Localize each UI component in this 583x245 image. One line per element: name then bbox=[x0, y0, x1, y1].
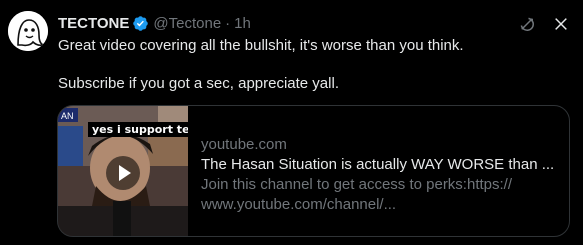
tweet[interactable]: TECTONE @Tectone · 1h Great video coveri… bbox=[0, 0, 583, 245]
tweet-text-line-2: Subscribe if you got a sec, appreciate y… bbox=[58, 75, 339, 92]
grok-icon bbox=[520, 17, 534, 31]
tweet-header: TECTONE @Tectone · 1h bbox=[58, 13, 251, 33]
tweet-text-line-1: Great video covering all the bullshit, i… bbox=[58, 37, 464, 54]
link-card[interactable]: AN yes i support ter youtube.com The Has… bbox=[57, 105, 570, 237]
verified-badge-icon[interactable] bbox=[132, 15, 149, 32]
close-icon bbox=[555, 18, 567, 30]
card-domain: youtube.com bbox=[201, 136, 287, 153]
author-display-name[interactable]: TECTONE bbox=[58, 15, 129, 32]
card-text: youtube.com The Hasan Situation is actua… bbox=[201, 135, 561, 215]
ghost-avatar-icon bbox=[8, 11, 48, 51]
author-handle[interactable]: @Tectone bbox=[153, 15, 221, 32]
video-thumbnail[interactable]: AN yes i support ter bbox=[58, 106, 188, 236]
card-description-line-1: Join this channel to get access to perks… bbox=[201, 176, 513, 193]
timestamp[interactable]: 1h bbox=[234, 15, 251, 32]
card-title: The Hasan Situation is actually WAY WORS… bbox=[201, 156, 555, 173]
thumbnail-caption: yes i support ter bbox=[88, 122, 188, 137]
play-icon[interactable] bbox=[106, 156, 140, 190]
card-description-line-2: www.youtube.com/channel/... bbox=[201, 196, 397, 213]
avatar[interactable] bbox=[8, 11, 48, 51]
separator-dot: · bbox=[225, 14, 231, 32]
top-actions bbox=[517, 14, 571, 34]
svg-text:AN: AN bbox=[61, 111, 74, 121]
close-button[interactable] bbox=[551, 14, 571, 34]
grok-button[interactable] bbox=[517, 14, 537, 34]
